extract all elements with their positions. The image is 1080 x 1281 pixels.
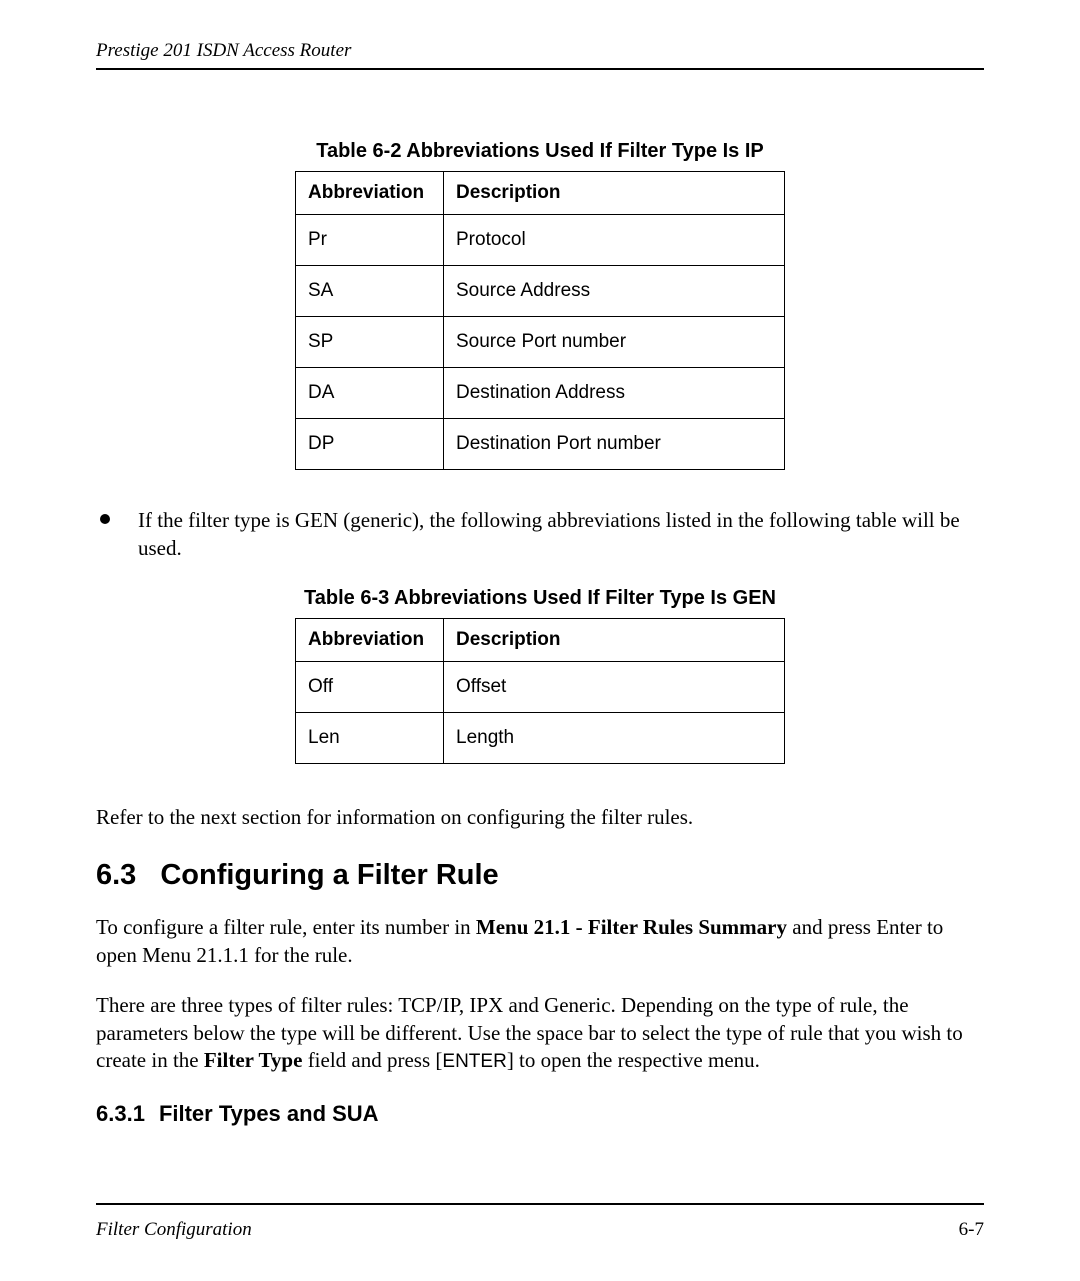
table-row: SP Source Port number [296, 317, 785, 368]
heading-title: Configuring a Filter Rule [160, 859, 498, 891]
page-footer: Filter Configuration 6-7 [96, 1203, 984, 1241]
text-fragment: field and press [ [302, 1048, 442, 1072]
text-fragment: To configure a filter rule, enter its nu… [96, 915, 476, 939]
footer-page-number: 6-7 [959, 1219, 984, 1241]
bullet-dot-icon [100, 514, 110, 524]
table-6-3: Abbreviation Description Off Offset Len … [295, 618, 785, 764]
table-row: SA Source Address [296, 266, 785, 317]
heading-6-3: 6.3 Configuring a Filter Rule [96, 859, 984, 892]
table-row: Len Length [296, 712, 785, 763]
table-6-2: Abbreviation Description Pr Protocol SA … [295, 171, 785, 470]
cell-desc: Destination Address [444, 368, 785, 419]
table-row: DA Destination Address [296, 368, 785, 419]
table-row: Off Offset [296, 661, 785, 712]
bullet-text: If the filter type is GEN (generic), the… [138, 506, 984, 563]
page-content: Table 6-2 Abbreviations Used If Filter T… [96, 70, 984, 1127]
heading-number: 6.3.1 [96, 1101, 145, 1126]
heading-title: Filter Types and SUA [159, 1101, 379, 1126]
cell-desc: Length [444, 712, 785, 763]
document-page: Prestige 201 ISDN Access Router Table 6-… [0, 0, 1080, 1281]
cell-abbr: SA [296, 266, 444, 317]
key-enter: ENTER [442, 1051, 506, 1072]
table-6-2-caption: Table 6-2 Abbreviations Used If Filter T… [96, 140, 984, 163]
paragraph-types: There are three types of filter rules: T… [96, 992, 984, 1075]
col-description: Description [444, 172, 785, 215]
cell-desc: Destination Port number [444, 419, 785, 470]
cell-abbr: SP [296, 317, 444, 368]
heading-number: 6.3 [96, 859, 136, 891]
footer-section-name: Filter Configuration [96, 1219, 252, 1241]
cell-abbr: DA [296, 368, 444, 419]
table-header-row: Abbreviation Description [296, 618, 785, 661]
table-row: Pr Protocol [296, 215, 785, 266]
cell-abbr: DP [296, 419, 444, 470]
cell-abbr: Pr [296, 215, 444, 266]
table-header-row: Abbreviation Description [296, 172, 785, 215]
paragraph-configure: To configure a filter rule, enter its nu… [96, 914, 984, 969]
heading-6-3-1: 6.3.1 Filter Types and SUA [96, 1101, 984, 1127]
cell-desc: Source Address [444, 266, 785, 317]
footer-rule [96, 1203, 984, 1205]
field-name-bold: Filter Type [204, 1048, 303, 1072]
running-header: Prestige 201 ISDN Access Router [96, 40, 984, 70]
col-abbreviation: Abbreviation [296, 172, 444, 215]
cell-desc: Source Port number [444, 317, 785, 368]
cell-desc: Offset [444, 661, 785, 712]
cell-abbr: Off [296, 661, 444, 712]
paragraph-refer: Refer to the next section for informatio… [96, 804, 984, 832]
table-6-3-caption: Table 6-3 Abbreviations Used If Filter T… [96, 587, 984, 610]
cell-desc: Protocol [444, 215, 785, 266]
col-description: Description [444, 618, 785, 661]
cell-abbr: Len [296, 712, 444, 763]
menu-name-bold: Menu 21.1 - Filter Rules Summary [476, 915, 787, 939]
bullet-item: If the filter type is GEN (generic), the… [96, 506, 984, 563]
table-row: DP Destination Port number [296, 419, 785, 470]
col-abbreviation: Abbreviation [296, 618, 444, 661]
text-fragment: ] to open the respective menu. [507, 1048, 760, 1072]
